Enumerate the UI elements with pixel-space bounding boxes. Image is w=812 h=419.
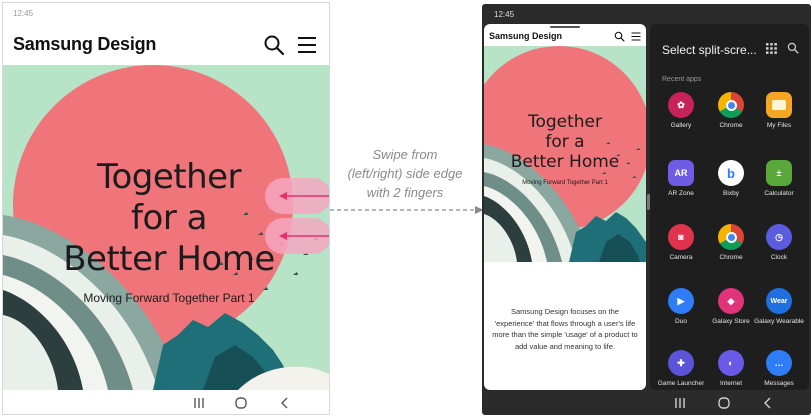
home-icon[interactable] [231,394,251,412]
recents-icon[interactable] [189,394,209,412]
app-tile[interactable]: My Files [753,92,805,130]
split-screen-app-tray: Select split-scre... Recent apps ✿ Galler… [650,24,809,390]
app-label: Clock [770,254,788,261]
hero-headline-line: Better Home [63,239,275,279]
search-icon[interactable] [787,42,799,54]
back-icon[interactable] [275,394,295,412]
wear-icon: Wear [766,288,792,314]
app-tile[interactable]: ± Calculator [753,160,805,198]
hero-headline: Together for a Better Home [509,112,621,172]
store-icon: ◆ [718,288,744,314]
app-label: Internet [719,380,743,387]
app-tile[interactable]: ▶ Duo [655,288,707,326]
left-phone-screen: 12:45 Samsung Design Together for a Bett… [2,2,330,415]
internet-icon: ◐ [718,350,744,376]
status-time: 12:45 [13,9,34,18]
clock-icon: ◷ [766,224,792,250]
navigation-bar [3,390,329,414]
menu-icon[interactable] [631,32,641,41]
duo-icon: ▶ [668,288,694,314]
app-tile[interactable]: AR AR Zone [655,160,707,198]
app-label: Duo [675,318,687,325]
split-app-window[interactable]: Samsung Design Together for a Better Hom… [484,24,646,390]
game-icon: ✚ [668,350,694,376]
hero-subtitle: Moving Forward Together Part 1 [83,291,255,305]
app-title: Samsung Design [489,31,563,41]
app-tile[interactable]: ◙ Camera [655,224,707,262]
app-tile[interactable]: b Bixby [705,160,757,198]
search-icon[interactable] [263,34,285,56]
app-tile[interactable]: ◐ Internet [705,350,757,388]
dashed-arrow-icon [330,206,484,214]
app-tile[interactable]: ◷ Clock [753,224,805,262]
app-label: Camera [669,254,693,261]
description-text: Samsung Design focuses on the 'experienc… [492,307,638,351]
app-label: Bixby [723,190,739,197]
app-tile[interactable]: Chrome [705,224,757,262]
app-label: Chrome [719,122,743,129]
app-label: Galaxy Store [712,318,750,325]
swipe-instruction: Swipe from (left/right) side edge with 2… [330,145,480,202]
folder-icon [766,92,792,118]
camera-icon: ◙ [668,224,694,250]
back-icon[interactable] [758,394,778,412]
hero-banner[interactable]: Together for a Better Home Moving Forwar… [484,46,646,262]
app-label: Game Launcher [657,380,705,387]
home-icon[interactable] [714,394,734,412]
instruction-line: Swipe from [372,147,438,162]
app-label: Galaxy Wearable [754,318,804,325]
recent-apps-label: Recent apps [662,76,702,83]
hero-headline-line: Better Home [510,152,620,172]
bixby-icon: b [718,160,744,186]
app-tile[interactable]: Chrome [705,92,757,130]
app-tile[interactable]: Wear Galaxy Wearable [753,288,805,326]
chrome-icon [718,224,744,250]
messages-icon: … [766,350,792,376]
app-tile[interactable]: ◆ Galaxy Store [705,288,757,326]
tray-title: Select split-scre... [662,43,757,57]
calculator-icon: ± [766,160,792,186]
hero-subtitle: Moving Forward Together Part 1 [522,180,608,186]
hero-headline-line: Together [96,157,242,197]
navigation-bar [650,390,809,415]
search-icon[interactable] [614,31,625,42]
window-handle[interactable] [550,26,580,28]
hero-banner[interactable]: Together for a Better Home Moving Forwar… [3,65,329,390]
hero-headline-line: Together [527,112,603,132]
hero-headline-line: for a [131,198,207,238]
app-tile[interactable]: ✚ Game Launcher [655,350,707,388]
menu-icon[interactable] [297,36,317,54]
right-phone-screen: 12:45 Samsung Design Together for a Bett… [482,4,811,415]
flower-icon: ✿ [668,92,694,118]
hero-headline: Together for a Better Home [63,157,275,280]
app-label: Messages [764,380,794,387]
app-title: Samsung Design [13,34,157,54]
instruction-line: (left/right) side edge [347,166,463,181]
ar-icon: AR [668,160,694,186]
app-label: Calculator [764,190,794,197]
app-label: AR Zone [668,190,694,197]
app-tile[interactable]: ✿ Gallery [655,92,707,130]
app-label: Chrome [719,254,743,261]
status-time: 12:45 [494,10,515,19]
app-label: My Files [766,122,792,129]
chrome-icon [718,92,744,118]
app-tile[interactable]: … Messages [753,350,805,388]
grid-icon[interactable] [766,43,777,54]
app-label: Gallery [670,122,692,129]
recents-icon[interactable] [670,394,690,412]
hero-headline-line: for a [545,132,585,152]
